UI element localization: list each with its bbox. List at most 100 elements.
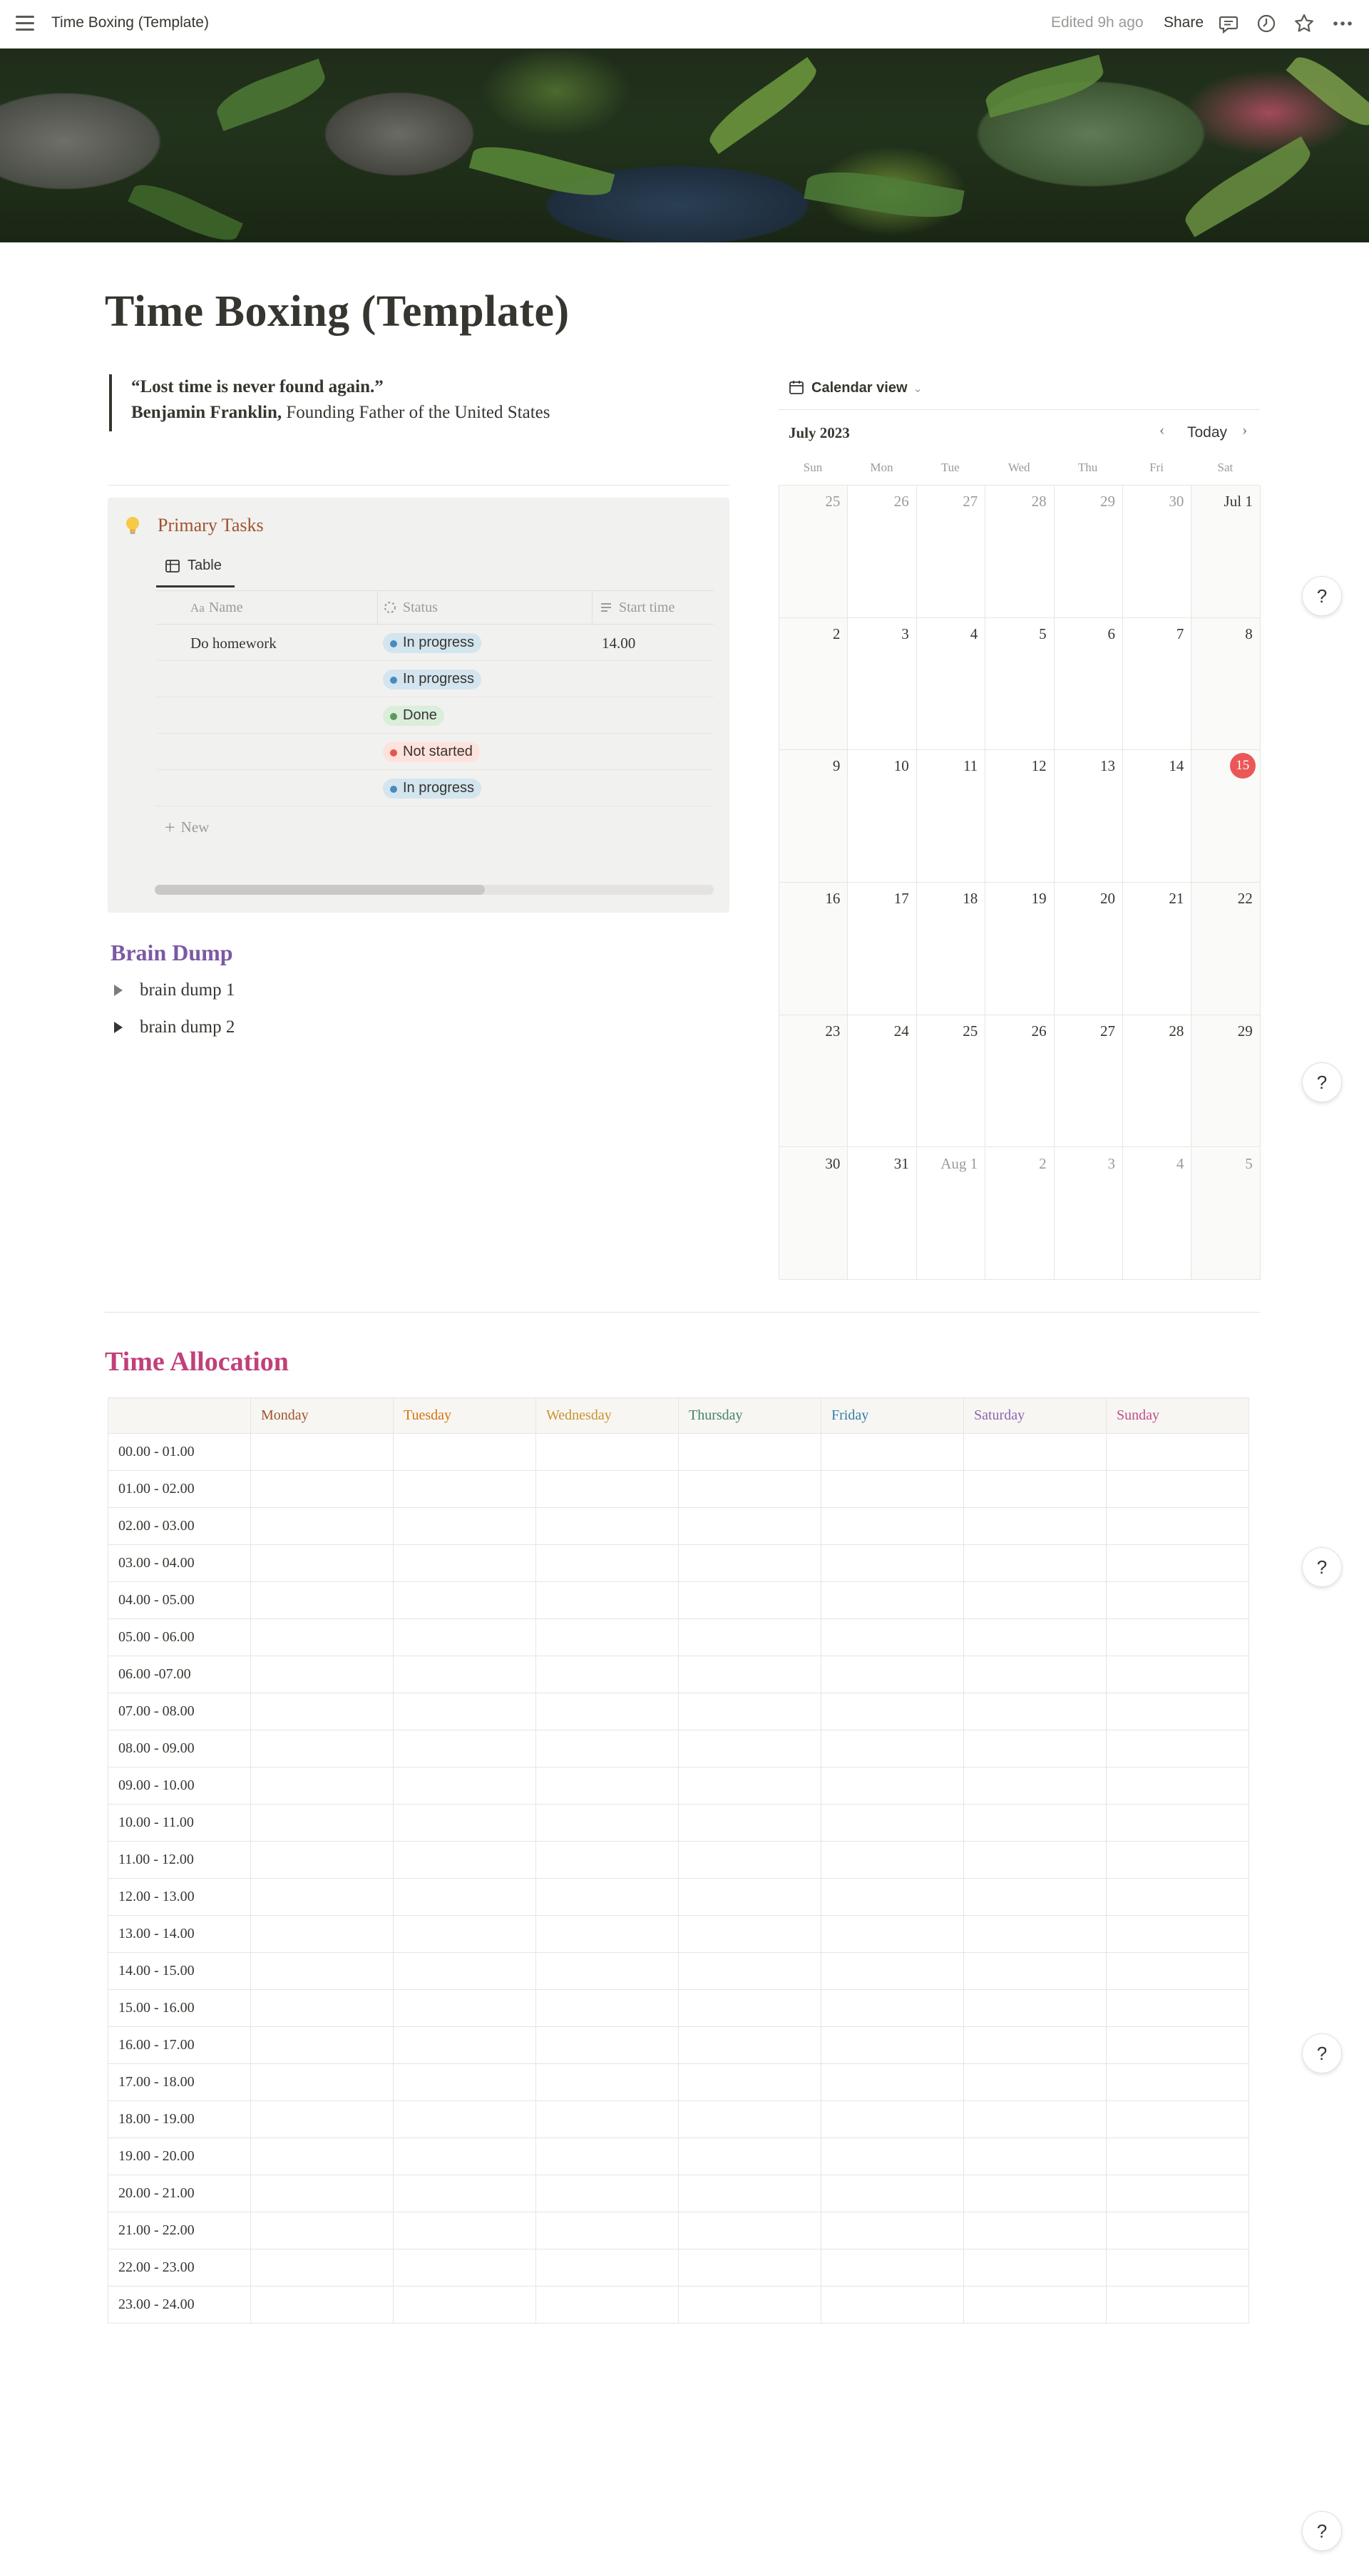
time-slot-label[interactable]: 15.00 - 16.00 <box>108 1989 251 2027</box>
calendar-day-cell[interactable]: 27 <box>916 486 986 618</box>
time-slot-cell[interactable] <box>250 1656 394 1693</box>
time-slot-cell[interactable] <box>821 1618 964 1656</box>
time-allocation-heading[interactable]: Time Allocation <box>105 1346 289 1377</box>
time-slot-label[interactable]: 13.00 - 14.00 <box>108 1915 251 1953</box>
toggle-item[interactable]: brain dump 2 <box>114 1017 235 1037</box>
time-slot-cell[interactable] <box>821 1730 964 1767</box>
time-slot-cell[interactable] <box>393 2249 536 2287</box>
time-slot-cell[interactable] <box>535 2138 679 2175</box>
time-slot-cell[interactable] <box>678 1952 821 1990</box>
calendar-day-cell[interactable]: 12 <box>985 750 1055 883</box>
time-slot-cell[interactable] <box>393 1730 536 1767</box>
time-slot-cell[interactable] <box>535 1433 679 1471</box>
time-slot-cell[interactable] <box>1106 1841 1249 1879</box>
time-slot-cell[interactable] <box>1106 1915 1249 1953</box>
help-button[interactable]: ? <box>1302 2511 1342 2551</box>
time-slot-cell[interactable] <box>678 2026 821 2064</box>
time-slot-cell[interactable] <box>1106 2286 1249 2324</box>
time-slot-cell[interactable] <box>963 2175 1107 2212</box>
time-slot-label[interactable]: 21.00 - 22.00 <box>108 2212 251 2249</box>
time-slot-cell[interactable] <box>250 2175 394 2212</box>
calendar-day-cell[interactable]: 26 <box>985 1015 1055 1148</box>
time-slot-cell[interactable] <box>963 2063 1107 2101</box>
time-slot-cell[interactable] <box>1106 1767 1249 1805</box>
status-badge[interactable]: In progress <box>383 669 482 689</box>
time-slot-cell[interactable] <box>963 1952 1107 1990</box>
day-column-header[interactable]: Tuesday <box>393 1397 536 1434</box>
time-slot-cell[interactable] <box>250 1878 394 1916</box>
time-slot-cell[interactable] <box>1106 1952 1249 1990</box>
horizontal-scrollbar[interactable] <box>155 885 714 895</box>
time-slot-cell[interactable] <box>963 1693 1107 1730</box>
time-slot-cell[interactable] <box>250 1767 394 1805</box>
time-slot-cell[interactable] <box>393 2026 536 2064</box>
time-slot-cell[interactable] <box>250 1952 394 1990</box>
time-slot-cell[interactable] <box>678 1878 821 1916</box>
time-slot-cell[interactable] <box>1106 1656 1249 1693</box>
calendar-day-cell[interactable]: 16 <box>779 883 848 1015</box>
calendar-day-cell[interactable]: 26 <box>848 486 917 618</box>
calendar-day-cell[interactable]: 10 <box>848 750 917 883</box>
time-slot-cell[interactable] <box>1106 1581 1249 1619</box>
calendar-day-cell[interactable]: 24 <box>848 1015 917 1148</box>
time-slot-cell[interactable] <box>535 1804 679 1842</box>
time-slot-cell[interactable] <box>678 1581 821 1619</box>
calendar-day-cell[interactable]: 19 <box>985 883 1055 1015</box>
help-button[interactable]: ? <box>1302 1547 1342 1587</box>
help-button[interactable]: ? <box>1302 576 1342 616</box>
time-slot-cell[interactable] <box>821 2175 964 2212</box>
primary-tasks-title[interactable]: Primary Tasks <box>158 515 264 536</box>
time-slot-cell[interactable] <box>678 2100 821 2138</box>
calendar-day-cell[interactable]: 30 <box>779 1147 848 1281</box>
time-slot-cell[interactable] <box>678 2249 821 2287</box>
time-slot-cell[interactable] <box>535 2026 679 2064</box>
time-slot-cell[interactable] <box>821 1433 964 1471</box>
time-slot-cell[interactable] <box>963 1544 1107 1582</box>
time-slot-cell[interactable] <box>535 2063 679 2101</box>
calendar-day-cell[interactable]: 18 <box>916 883 986 1015</box>
time-slot-cell[interactable] <box>821 2063 964 2101</box>
time-slot-cell[interactable] <box>250 2026 394 2064</box>
time-slot-cell[interactable] <box>393 2063 536 2101</box>
time-slot-label[interactable]: 11.00 - 12.00 <box>108 1841 251 1879</box>
time-slot-cell[interactable] <box>963 2138 1107 2175</box>
time-slot-cell[interactable] <box>821 1767 964 1805</box>
time-slot-cell[interactable] <box>1106 2212 1249 2249</box>
table-row[interactable]: In progress <box>156 770 714 806</box>
time-slot-cell[interactable] <box>1106 1618 1249 1656</box>
time-slot-cell[interactable] <box>678 1841 821 1879</box>
calendar-day-cell[interactable]: 23 <box>779 1015 848 1148</box>
column-name-header[interactable]: Aa Name <box>190 591 243 625</box>
time-slot-cell[interactable] <box>1106 2249 1249 2287</box>
calendar-day-cell[interactable]: 11 <box>916 750 986 883</box>
time-slot-cell[interactable] <box>1106 1470 1249 1508</box>
time-slot-cell[interactable] <box>1106 1433 1249 1471</box>
time-slot-cell[interactable] <box>535 1693 679 1730</box>
calendar-day-cell[interactable]: 20 <box>1054 883 1123 1015</box>
calendar-day-cell[interactable]: 4 <box>916 617 986 751</box>
time-slot-cell[interactable] <box>535 1618 679 1656</box>
day-column-header[interactable]: Monday <box>250 1397 394 1434</box>
time-slot-cell[interactable] <box>393 1507 536 1545</box>
time-slot-cell[interactable] <box>678 1693 821 1730</box>
time-slot-cell[interactable] <box>535 1767 679 1805</box>
scrollbar-thumb[interactable] <box>155 885 485 895</box>
time-slot-cell[interactable] <box>678 1804 821 1842</box>
time-slot-cell[interactable] <box>393 1470 536 1508</box>
time-slot-cell[interactable] <box>250 1915 394 1953</box>
day-column-header[interactable]: Friday <box>821 1397 964 1434</box>
time-slot-cell[interactable] <box>393 1841 536 1879</box>
calendar-day-cell[interactable]: 25 <box>779 486 848 618</box>
table-row[interactable]: Done <box>156 697 714 734</box>
menu-icon[interactable] <box>16 16 34 33</box>
time-slot-cell[interactable] <box>821 1804 964 1842</box>
time-slot-cell[interactable] <box>821 1507 964 1545</box>
time-slot-cell[interactable] <box>821 1693 964 1730</box>
time-slot-cell[interactable] <box>393 1878 536 1916</box>
time-slot-cell[interactable] <box>821 2138 964 2175</box>
time-slot-label[interactable]: 01.00 - 02.00 <box>108 1470 251 1508</box>
history-icon[interactable] <box>1254 11 1278 36</box>
time-slot-cell[interactable] <box>1106 1730 1249 1767</box>
time-slot-label[interactable]: 09.00 - 10.00 <box>108 1767 251 1805</box>
new-row-button[interactable]: + New <box>165 816 209 838</box>
